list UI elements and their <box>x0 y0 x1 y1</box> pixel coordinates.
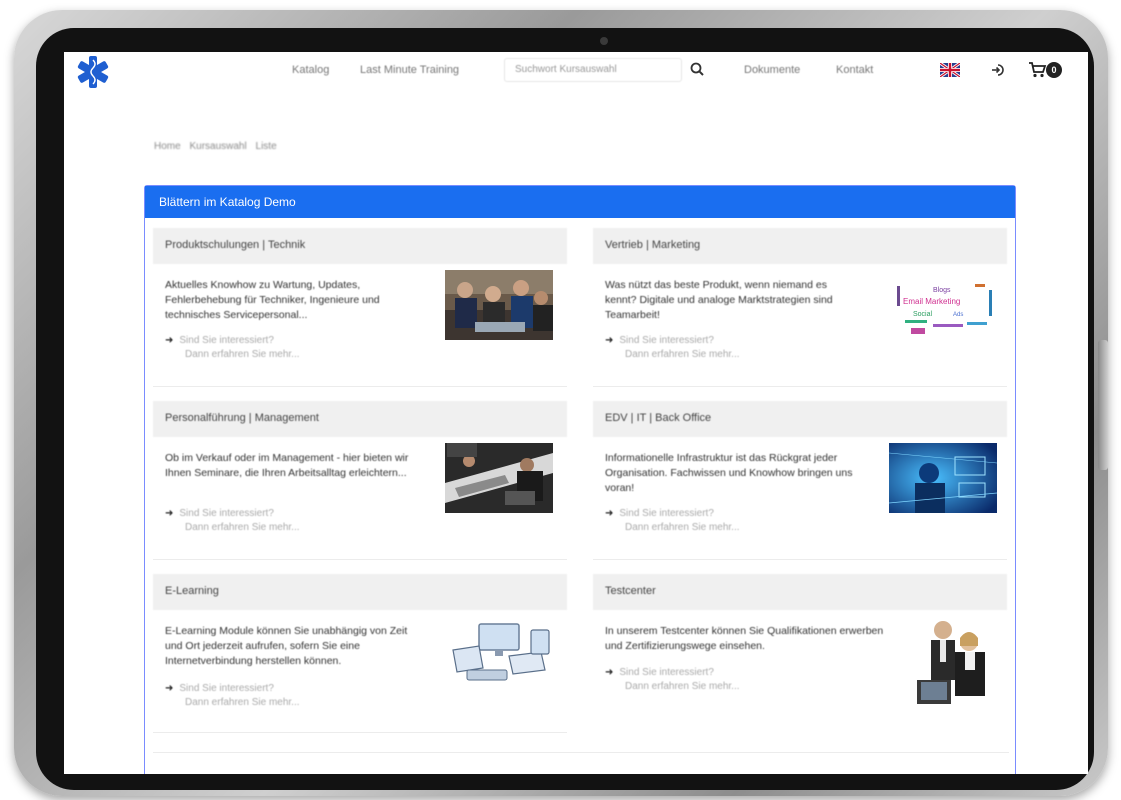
arrow-right-icon: ➜ <box>165 683 174 694</box>
category-card-marketing[interactable]: Vertrieb | Marketing Was nützt das beste… <box>593 228 1007 388</box>
it-technology-photo[interactable] <box>889 443 997 513</box>
top-navigation: Katalog Last Minute Training Suchwort Ku… <box>64 52 1088 90</box>
card-divider <box>153 732 567 733</box>
card-more-subtext[interactable]: Dann erfahren Sie mehr... <box>165 348 300 362</box>
card-title[interactable]: E-Learning <box>153 574 567 610</box>
business-people-photo[interactable] <box>911 616 997 714</box>
technicians-photo[interactable] <box>445 270 553 340</box>
category-card-e-learning[interactable]: E-Learning E-Learning Module können Sie … <box>153 574 567 734</box>
nav-link-last-minute-training[interactable]: Last Minute Training <box>360 64 459 76</box>
marketing-word-cloud-image[interactable]: Blogs Email Marketing Social Ads <box>893 270 1001 340</box>
arrow-right-icon: ➜ <box>605 508 614 519</box>
tablet-screen: Katalog Last Minute Training Suchwort Ku… <box>64 52 1088 774</box>
card-more-subtext[interactable]: Dann erfahren Sie mehr... <box>165 521 300 535</box>
word-cloud-word: Social <box>913 311 933 318</box>
card-more-subtext[interactable]: Dann erfahren Sie mehr... <box>605 348 740 362</box>
category-card-technik[interactable]: Produktschulungen | Technik Aktuelles Kn… <box>153 228 567 388</box>
card-description: In unserem Testcenter können Sie Qualifi… <box>605 625 884 652</box>
breadcrumb-kursauswahl[interactable]: Kursauswahl <box>189 141 246 152</box>
card-more-link[interactable]: ➜ Sind Sie interessiert? Dann erfahren Si… <box>165 334 300 362</box>
cart-count-badge: 0 <box>1046 62 1062 78</box>
card-title[interactable]: EDV | IT | Back Office <box>593 401 1007 437</box>
arrow-right-icon: ➜ <box>165 508 174 519</box>
meeting-photo[interactable] <box>445 443 553 513</box>
card-title[interactable]: Personalführung | Management <box>153 401 567 437</box>
card-description: Ob im Verkauf oder im Management - hier … <box>165 452 409 479</box>
card-title[interactable]: Testcenter <box>593 574 1007 610</box>
card-description: Aktuelles Knowhow zu Wartung, Updates, F… <box>165 279 380 321</box>
shopping-cart-icon[interactable] <box>1028 61 1048 79</box>
card-divider <box>593 559 1007 560</box>
panel-heading: Blättern im Katalog Demo <box>145 186 1015 218</box>
nav-link-katalog[interactable]: Katalog <box>292 64 329 76</box>
card-divider <box>593 386 1007 387</box>
uk-flag-icon[interactable] <box>940 63 960 77</box>
card-description: Informationelle Infrastruktur ist das Rü… <box>605 452 853 494</box>
search-input[interactable]: Suchwort Kursauswahl <box>504 58 682 82</box>
card-description: E-Learning Module können Sie unabhängig … <box>165 625 408 667</box>
category-card-edv-it[interactable]: EDV | IT | Back Office Informationelle I… <box>593 401 1007 561</box>
word-cloud-word: Email Marketing <box>903 297 960 306</box>
devices-illustration[interactable] <box>449 616 557 686</box>
card-more-link[interactable]: ➜ Sind Sie interessiert? Dann erfahren Si… <box>605 334 740 362</box>
arrow-right-icon: ➜ <box>165 335 174 346</box>
card-description: Was nützt das beste Produkt, wenn nieman… <box>605 279 833 321</box>
card-more-subtext[interactable]: Dann erfahren Sie mehr... <box>605 680 740 694</box>
card-more-text[interactable]: Sind Sie interessiert? <box>619 508 714 519</box>
camera-icon <box>600 37 608 45</box>
breadcrumb-home[interactable]: Home <box>154 141 181 152</box>
breadcrumb-liste: Liste <box>255 141 277 152</box>
card-more-text[interactable]: Sind Sie interessiert? <box>179 683 274 694</box>
tablet-device: Katalog Last Minute Training Suchwort Ku… <box>14 10 1108 796</box>
card-more-subtext[interactable]: Dann erfahren Sie mehr... <box>605 521 740 535</box>
card-more-text[interactable]: Sind Sie interessiert? <box>179 508 274 519</box>
search-icon[interactable] <box>686 59 710 81</box>
arrow-right-icon: ➜ <box>605 335 614 346</box>
card-more-text[interactable]: Sind Sie interessiert? <box>179 335 274 346</box>
category-card-management[interactable]: Personalführung | Management Ob im Verka… <box>153 401 567 561</box>
nav-link-dokumente[interactable]: Dokumente <box>744 64 800 76</box>
catalog-panel: Blättern im Katalog Demo Produktschulung… <box>144 185 1016 774</box>
nav-link-kontakt[interactable]: Kontakt <box>836 64 873 76</box>
card-more-subtext[interactable]: Dann erfahren Sie mehr... <box>165 696 300 710</box>
tablet-side-button <box>1098 340 1108 470</box>
card-title[interactable]: Produktschulungen | Technik <box>153 228 567 264</box>
card-more-link[interactable]: ➜ Sind Sie interessiert? Dann erfahren Si… <box>165 682 300 710</box>
card-more-text[interactable]: Sind Sie interessiert? <box>619 335 714 346</box>
arrow-right-icon: ➜ <box>605 667 614 678</box>
category-card-testcenter[interactable]: Testcenter In unserem Testcenter können … <box>593 574 1007 734</box>
word-cloud-word: Ads <box>953 312 963 318</box>
word-cloud-word: Blogs <box>933 287 951 294</box>
card-divider <box>153 386 567 387</box>
star-of-life-logo-icon[interactable] <box>70 54 116 90</box>
card-title[interactable]: Vertrieb | Marketing <box>593 228 1007 264</box>
card-more-link[interactable]: ➜ Sind Sie interessiert? Dann erfahren Si… <box>605 507 740 535</box>
login-icon[interactable] <box>990 62 1006 78</box>
card-more-link[interactable]: ➜ Sind Sie interessiert? Dann erfahren Si… <box>165 507 300 535</box>
card-more-link[interactable]: ➜ Sind Sie interessiert? Dann erfahren Si… <box>605 666 740 694</box>
card-more-text[interactable]: Sind Sie interessiert? <box>619 667 714 678</box>
row-divider <box>153 752 1009 753</box>
breadcrumb: Home Kursauswahl Liste <box>154 141 283 152</box>
card-divider <box>153 559 567 560</box>
